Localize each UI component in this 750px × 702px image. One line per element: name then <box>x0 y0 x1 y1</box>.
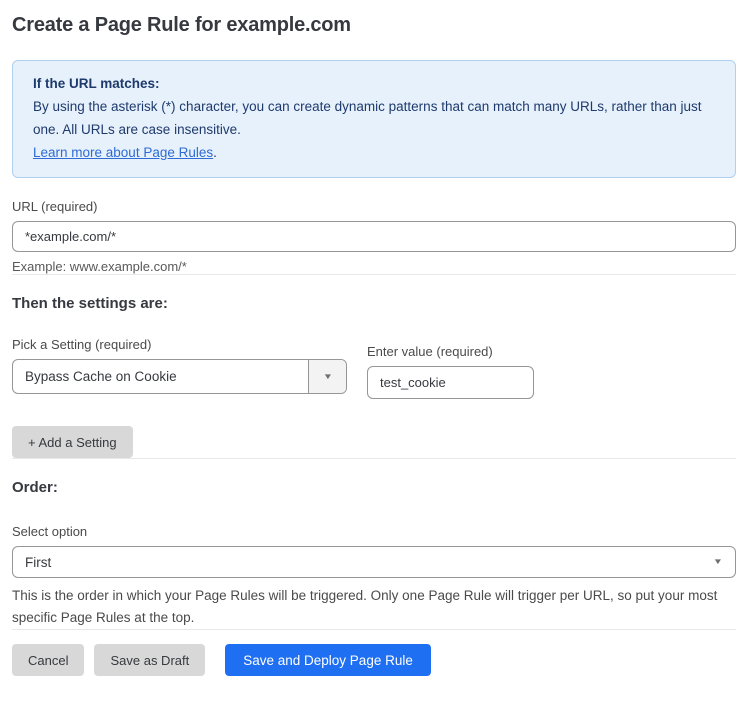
page-title: Create a Page Rule for example.com <box>12 14 736 37</box>
url-input[interactable] <box>12 221 736 252</box>
pick-setting-select[interactable]: Bypass Cache on Cookie ▼ <box>12 359 347 394</box>
save-draft-button[interactable]: Save as Draft <box>94 644 205 676</box>
divider <box>12 629 736 630</box>
learn-more-link[interactable]: Learn more about Page Rules <box>33 145 213 160</box>
order-select-value: First <box>13 555 714 570</box>
setting-value-input[interactable] <box>367 366 534 399</box>
enter-value-field: Enter value (required) <box>367 344 534 399</box>
cancel-button[interactable]: Cancel <box>12 644 84 676</box>
chevron-down-icon: ▼ <box>713 558 723 566</box>
settings-heading: Then the settings are: <box>12 295 736 312</box>
save-deploy-button[interactable]: Save and Deploy Page Rule <box>225 644 431 676</box>
settings-row: Pick a Setting (required) Bypass Cache o… <box>12 337 736 399</box>
select-option-label: Select option <box>12 524 736 539</box>
url-label: URL (required) <box>12 199 736 214</box>
url-field: URL (required) Example: www.example.com/… <box>12 199 736 274</box>
order-field: Select option First ▼ This is the order … <box>12 524 736 629</box>
info-box-link-line: Learn more about Page Rules. <box>33 141 715 164</box>
add-setting-button[interactable]: + Add a Setting <box>12 426 133 458</box>
order-helper-text: This is the order in which your Page Rul… <box>12 585 736 629</box>
info-box-heading: If the URL matches: <box>33 72 715 95</box>
order-heading: Order: <box>12 479 736 496</box>
enter-value-label: Enter value (required) <box>367 344 534 359</box>
divider <box>12 458 736 459</box>
dropdown-arrow-button[interactable]: ▼ <box>308 360 346 393</box>
link-period: . <box>213 145 217 160</box>
divider <box>12 274 736 275</box>
action-button-row: Cancel Save as Draft Save and Deploy Pag… <box>12 644 736 676</box>
pick-setting-field: Pick a Setting (required) Bypass Cache o… <box>12 337 347 399</box>
url-match-info-box: If the URL matches: By using the asteris… <box>12 60 736 178</box>
chevron-down-icon: ▼ <box>322 373 332 381</box>
order-select[interactable]: First ▼ <box>12 546 736 578</box>
pick-setting-value: Bypass Cache on Cookie <box>13 369 308 384</box>
info-box-body: By using the asterisk (*) character, you… <box>33 95 715 141</box>
create-page-rule-panel: Create a Page Rule for example.com If th… <box>12 14 736 676</box>
pick-setting-label: Pick a Setting (required) <box>12 337 347 352</box>
url-example-helper: Example: www.example.com/* <box>12 259 736 274</box>
